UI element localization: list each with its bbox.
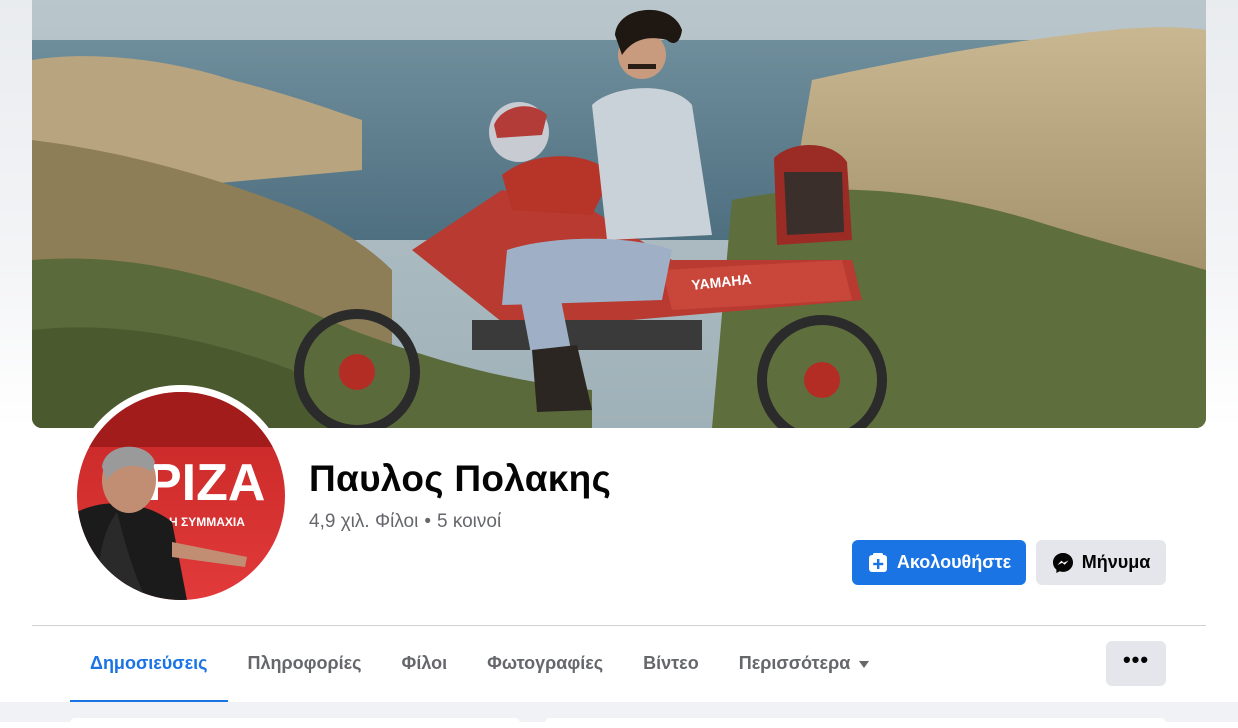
separator-dot: • xyxy=(424,511,431,532)
intro-card xyxy=(70,718,520,728)
tab-about[interactable]: Πληροφορίες xyxy=(228,626,382,703)
follow-button[interactable]: Ακολουθήστε xyxy=(852,540,1026,585)
caret-down-icon xyxy=(859,660,870,668)
tab-videos[interactable]: Βίντεο xyxy=(623,626,719,703)
tab-friends-label: Φίλοι xyxy=(401,652,448,673)
add-follow-icon xyxy=(867,552,889,574)
tab-photos-label: Φωτογραφίες xyxy=(487,652,604,673)
avatar-image: ΡΙΖΑ Η ΣΥΜΜΑΧΙΑ xyxy=(77,392,285,600)
tab-more-label: Περισσότερα xyxy=(738,652,851,673)
more-options-button[interactable]: ••• xyxy=(1106,641,1166,686)
tab-friends[interactable]: Φίλοι xyxy=(382,626,468,703)
avatar[interactable]: ΡΙΖΑ Η ΣΥΜΜΑΧΙΑ xyxy=(77,392,285,600)
tab-more[interactable]: Περισσότερα xyxy=(719,626,890,703)
tab-about-label: Πληροφορίες xyxy=(247,652,362,673)
profile-tabs: Δημοσιεύσεις Πληροφορίες Φίλοι Φωτογραφί… xyxy=(70,626,890,703)
ellipsis-icon: ••• xyxy=(1122,646,1150,672)
cover-photo[interactable]: YAMAHA xyxy=(32,0,1206,428)
posts-card xyxy=(545,718,1166,728)
message-label: Μήνυμα xyxy=(1081,552,1151,572)
message-button[interactable]: Μήνυμα xyxy=(1036,540,1166,585)
feed-background xyxy=(0,702,1238,728)
profile-name: Παυλος Πολακης xyxy=(309,458,612,499)
tab-posts-label: Δημοσιεύσεις xyxy=(90,652,208,673)
tab-posts[interactable]: Δημοσιεύσεις xyxy=(70,626,228,703)
mutual-friends[interactable]: 5 κοινοί xyxy=(437,511,501,532)
tab-videos-label: Βίντεο xyxy=(643,652,699,673)
cover-photo-image: YAMAHA xyxy=(32,0,1206,428)
follow-label: Ακολουθήστε xyxy=(896,552,1012,572)
tab-photos[interactable]: Φωτογραφίες xyxy=(467,626,623,703)
messenger-icon xyxy=(1052,552,1074,574)
svg-text:Η ΣΥΜΜΑΧΙΑ: Η ΣΥΜΜΑΧΙΑ xyxy=(169,515,245,529)
friends-summary[interactable]: 4,9 χιλ. Φίλοι • 5 κοινοί xyxy=(309,511,501,533)
friends-count[interactable]: 4,9 χιλ. Φίλοι xyxy=(309,511,418,532)
svg-text:ΡΙΖΑ: ΡΙΖΑ xyxy=(147,454,265,512)
